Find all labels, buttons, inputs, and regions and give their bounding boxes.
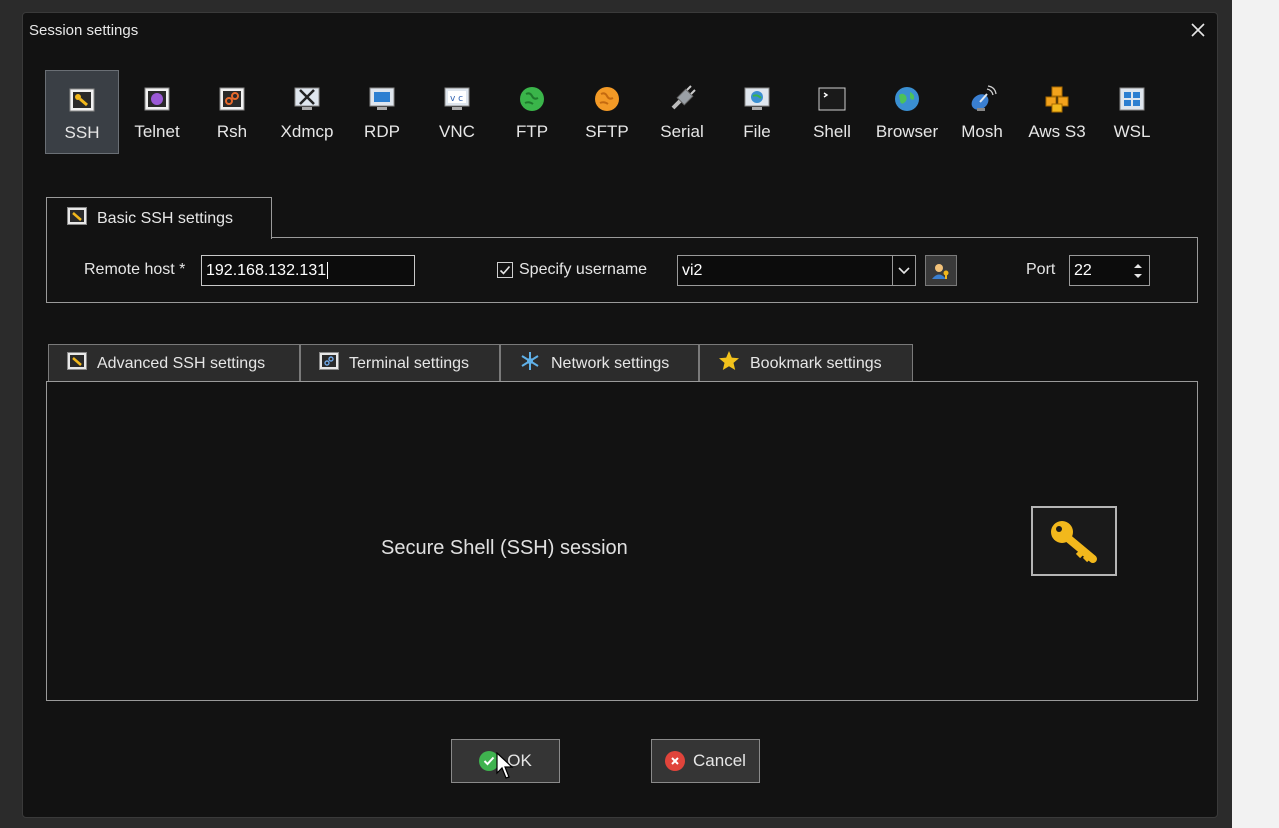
- session-type-wsl[interactable]: WSL: [1095, 70, 1169, 154]
- serial-plug-icon: [667, 84, 697, 114]
- key-icon: [1031, 506, 1117, 576]
- specify-username-label: Specify username: [519, 261, 648, 278]
- spinner-arrows-icon[interactable]: [1131, 258, 1145, 283]
- wrench-icon: [67, 207, 87, 230]
- session-type-label: Aws S3: [1028, 122, 1086, 141]
- vnc-icon: v c: [442, 84, 472, 114]
- mosh-satellite-icon: [967, 84, 997, 114]
- session-type-label: RDP: [364, 122, 400, 141]
- session-type-rdp[interactable]: RDP: [345, 70, 419, 154]
- cancel-x-icon: [665, 751, 686, 771]
- session-settings-dialog: Session settings SSH Telnet Rsh Xdmcp RD…: [22, 12, 1218, 818]
- session-type-sftp[interactable]: SFTP: [570, 70, 644, 154]
- chevron-down-icon[interactable]: [892, 256, 915, 285]
- session-type-label: Serial: [660, 122, 704, 141]
- background-strip: [1232, 0, 1279, 828]
- session-type-label: Xdmcp: [280, 122, 334, 141]
- ssh-key-icon: [67, 85, 97, 115]
- cancel-button[interactable]: Cancel: [651, 739, 760, 783]
- shell-terminal-icon: [817, 84, 847, 114]
- session-description-panel: Secure Shell (SSH) session: [46, 381, 1198, 701]
- telnet-icon: [142, 84, 172, 114]
- session-type-ssh[interactable]: SSH: [45, 70, 119, 154]
- session-type-label: File: [743, 122, 771, 141]
- tab-label: Basic SSH settings: [97, 209, 234, 227]
- xdmcp-icon: [292, 84, 322, 114]
- session-type-xdmcp[interactable]: Xdmcp: [270, 70, 344, 154]
- remote-host-input[interactable]: 192.168.132.131: [201, 255, 415, 286]
- file-monitor-icon: [742, 84, 772, 114]
- tab-label: Network settings: [551, 354, 670, 372]
- port-label: Port: [1026, 261, 1056, 278]
- close-button[interactable]: [1183, 15, 1213, 45]
- network-icon: [519, 350, 541, 377]
- tab-terminal-settings[interactable]: Terminal settings: [300, 344, 500, 382]
- session-type-browser[interactable]: Browser: [870, 70, 944, 154]
- remote-host-label: Remote host *: [84, 261, 186, 278]
- session-type-toolbar: SSH Telnet Rsh Xdmcp RDP v c VNC FTP SFT…: [45, 70, 1175, 156]
- ftp-globe-icon: [517, 84, 547, 114]
- session-description: Secure Shell (SSH) session: [381, 537, 628, 559]
- sftp-globe-icon: [592, 84, 622, 114]
- session-type-telnet[interactable]: Telnet: [120, 70, 194, 154]
- tab-label: Advanced SSH settings: [97, 354, 266, 372]
- tab-label: Bookmark settings: [750, 354, 882, 372]
- dialog-title: Session settings: [29, 22, 139, 39]
- session-type-label: SFTP: [585, 122, 629, 141]
- wsl-windows-icon: [1117, 84, 1147, 114]
- user-credentials-button[interactable]: [925, 255, 957, 286]
- title-bar: Session settings: [23, 13, 1217, 49]
- browser-globe-icon: [892, 84, 922, 114]
- aws-s3-cubes-icon: [1042, 84, 1072, 114]
- session-type-mosh[interactable]: Mosh: [945, 70, 1019, 154]
- rsh-icon: [217, 84, 247, 114]
- session-type-serial[interactable]: Serial: [645, 70, 719, 154]
- username-value: vi2: [682, 262, 703, 279]
- star-icon: [718, 350, 740, 377]
- session-type-label: WSL: [1113, 122, 1151, 141]
- mouse-pointer-icon: [496, 752, 514, 779]
- user-key-icon: [932, 263, 949, 279]
- session-type-file[interactable]: File: [720, 70, 794, 154]
- basic-ssh-settings-panel: Remote host * 192.168.132.131 Specify us…: [46, 237, 1198, 303]
- session-type-label: SSH: [64, 123, 100, 142]
- close-icon: [1191, 23, 1205, 37]
- session-type-label: Browser: [875, 122, 939, 141]
- session-type-label: Mosh: [961, 122, 1003, 141]
- session-type-label: Shell: [813, 122, 851, 141]
- tab-bookmark-settings[interactable]: Bookmark settings: [699, 344, 913, 382]
- username-dropdown[interactable]: vi2: [677, 255, 916, 286]
- rdp-monitor-icon: [367, 84, 397, 114]
- specify-username-checkbox[interactable]: [497, 262, 513, 278]
- session-type-aws-s3[interactable]: Aws S3: [1020, 70, 1094, 154]
- port-value: 22: [1074, 262, 1092, 279]
- checkmark-icon: [499, 265, 511, 275]
- session-type-rsh[interactable]: Rsh: [195, 70, 269, 154]
- terminal-icon: [319, 352, 339, 375]
- wrench-icon: [67, 352, 87, 375]
- svg-text:v c: v c: [450, 94, 463, 104]
- session-type-ftp[interactable]: FTP: [495, 70, 569, 154]
- session-type-label: FTP: [515, 122, 549, 141]
- tab-advanced-ssh-settings[interactable]: Advanced SSH settings: [48, 344, 300, 382]
- session-type-label: VNC: [439, 122, 475, 141]
- session-type-label: Rsh: [216, 122, 248, 141]
- cancel-label: Cancel: [693, 751, 746, 770]
- session-type-vnc[interactable]: v c VNC: [420, 70, 494, 154]
- port-spinner[interactable]: 22: [1069, 255, 1150, 286]
- session-type-label: Telnet: [134, 122, 180, 141]
- remote-host-value: 192.168.132.131: [206, 262, 327, 279]
- tab-basic-ssh-settings[interactable]: Basic SSH settings: [46, 197, 272, 239]
- session-type-shell[interactable]: Shell: [795, 70, 869, 154]
- tab-label: Terminal settings: [349, 354, 470, 372]
- tab-network-settings[interactable]: Network settings: [500, 344, 699, 382]
